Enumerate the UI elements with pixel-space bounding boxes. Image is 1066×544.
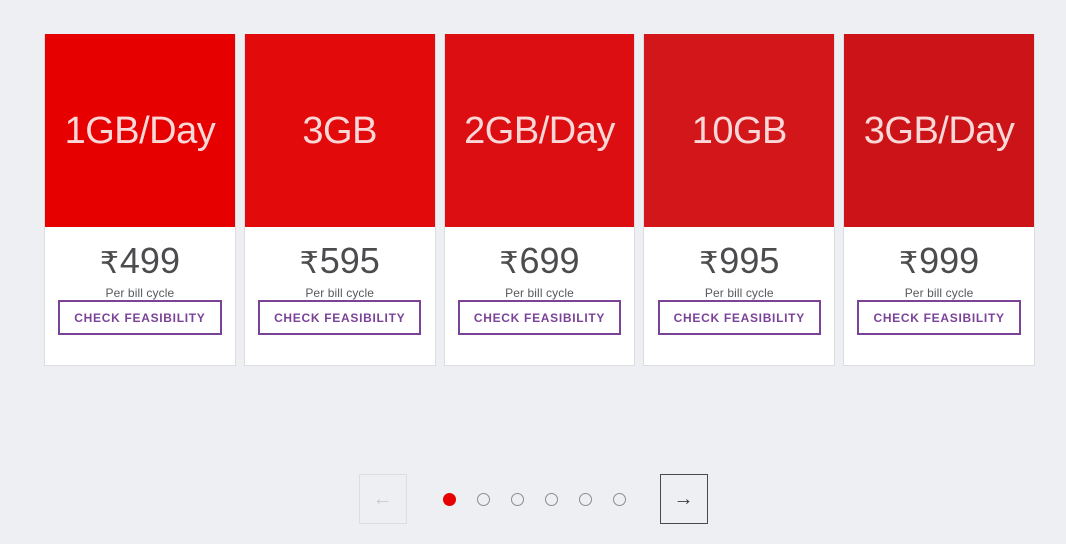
plan-cta-wrapper: CHECK FEASIBILITY — [657, 299, 821, 335]
plan-card-header: 1GB/Day — [45, 34, 235, 227]
carousel-dot[interactable] — [442, 492, 456, 506]
carousel-dot[interactable] — [476, 492, 490, 506]
check-feasibility-button[interactable]: CHECK FEASIBILITY — [457, 299, 622, 335]
plan-card: 2GB/Day ₹699 Per bill cycle CHECK FEASIBILI… — [443, 34, 636, 366]
plan-card-header: 10GB — [644, 34, 835, 227]
check-feasibility-button[interactable]: CHECK FEASIBILITY — [857, 299, 1021, 335]
carousel-dots — [442, 492, 626, 506]
plan-cta-wrapper: CHECK FEASIBILITY — [857, 299, 1021, 335]
plan-price-value: 595 — [319, 240, 380, 281]
plan-card-body: ₹699 Per bill cycle CHECK FEASIBILITY — [445, 227, 635, 365]
plan-card: 1GB/Day ₹499 Per bill cycle CHECK FEASIBILI… — [44, 34, 236, 366]
rupee-icon: ₹ — [99, 247, 120, 280]
plan-billing-period: Per bill cycle — [704, 285, 774, 300]
plan-billing-period: Per bill cycle — [904, 285, 974, 300]
check-feasibility-button[interactable]: CHECK FEASIBILITY — [657, 299, 821, 335]
plan-card-body: ₹995 Per bill cycle CHECK FEASIBILITY — [644, 227, 834, 365]
plan-billing-period: Per bill cycle — [105, 285, 175, 300]
plan-price: ₹995 — [699, 241, 779, 281]
plan-card-header: 3GB — [244, 34, 435, 227]
plan-title: 2GB/Day — [464, 109, 615, 152]
plan-title: 3GB/Day — [863, 109, 1015, 152]
rupee-icon: ₹ — [299, 247, 320, 280]
plan-price-value: 999 — [919, 240, 980, 281]
plan-billing-period: Per bill cycle — [305, 285, 375, 300]
carousel-dot[interactable] — [544, 492, 558, 506]
check-feasibility-button[interactable]: CHECK FEASIBILITY — [258, 299, 422, 335]
rupee-icon: ₹ — [699, 247, 720, 280]
rupee-icon: ₹ — [499, 247, 520, 280]
plan-card-body: ₹595 Per bill cycle CHECK FEASIBILITY — [245, 227, 435, 365]
plan-price-value: 499 — [119, 240, 180, 281]
carousel-pagination: ← → — [0, 474, 1066, 524]
plan-card-header: 2GB/Day — [444, 34, 635, 227]
plan-billing-period: Per bill cycle — [505, 285, 574, 300]
plan-title: 3GB — [302, 109, 377, 152]
plan-price-value: 995 — [719, 240, 780, 281]
plan-card: 3GB/Day ₹999 Per bill cycle CHECK FEASIBILI… — [843, 34, 1035, 366]
plan-price: ₹999 — [899, 241, 979, 281]
plan-cta-wrapper: CHECK FEASIBILITY — [58, 299, 222, 335]
plan-price: ₹595 — [300, 241, 380, 281]
plan-cta-wrapper: CHECK FEASIBILITY — [457, 299, 622, 335]
plan-title: 1GB/Day — [64, 109, 216, 152]
check-feasibility-button[interactable]: CHECK FEASIBILITY — [58, 299, 222, 335]
plan-card-header: 3GB/Day — [844, 34, 1034, 227]
plan-card-body: ₹499 Per bill cycle CHECK FEASIBILITY — [45, 227, 235, 365]
arrow-right-icon: → — [673, 488, 694, 510]
plan-card-body: ₹999 Per bill cycle CHECK FEASIBILITY — [844, 227, 1034, 365]
carousel-dot[interactable] — [578, 492, 592, 506]
plan-title: 10GB — [691, 109, 788, 152]
plan-price-value: 699 — [519, 240, 580, 281]
plan-cta-wrapper: CHECK FEASIBILITY — [258, 299, 422, 335]
plan-price: ₹699 — [499, 241, 579, 281]
plan-carousel: 1GB/Day ₹499 Per bill cycle CHECK FEASIBILI… — [44, 34, 1035, 366]
carousel-prev-button[interactable]: ← — [358, 474, 407, 524]
carousel-next-button[interactable]: → — [659, 474, 708, 524]
arrow-left-icon: ← — [372, 488, 393, 510]
carousel-dot[interactable] — [510, 492, 524, 506]
rupee-icon: ₹ — [899, 247, 920, 280]
plan-card: 10GB ₹995 Per bill cycle CHECK FEASIBILITY — [643, 34, 836, 366]
plan-price: ₹499 — [100, 241, 180, 281]
plan-card: 3GB ₹595 Per bill cycle CHECK FEASIBILITY — [243, 34, 436, 366]
carousel-dot[interactable] — [612, 492, 626, 506]
